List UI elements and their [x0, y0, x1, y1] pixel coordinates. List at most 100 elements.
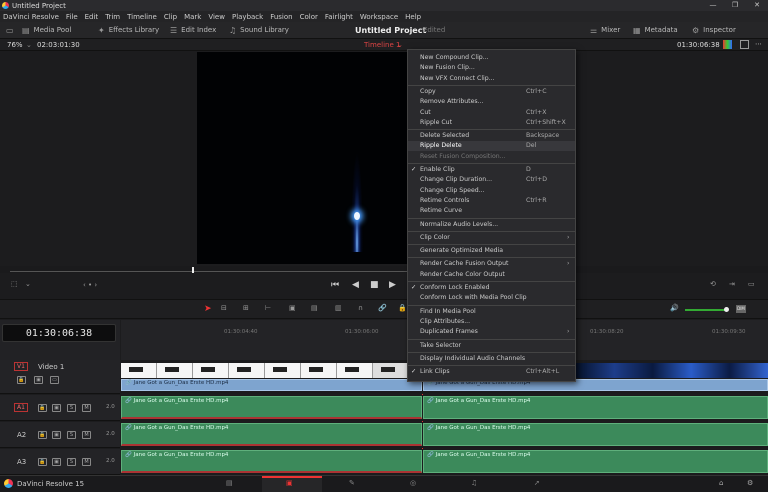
menu-item-new-fusion-clip[interactable]: New Fusion Clip...	[408, 63, 575, 73]
audio-clip[interactable]: 🔗 Jane Got a Gun_Das Erste HD.mp4	[423, 423, 768, 446]
panel-toggle[interactable]: ▭	[6, 22, 14, 39]
audio-clip[interactable]: 🔗 Jane Got a Gun_Das Erste HD.mp4	[423, 450, 768, 473]
close-icon[interactable]: ✕	[746, 0, 768, 11]
insert-clip-icon[interactable]: ▣	[289, 304, 296, 312]
menu-item-cut[interactable]: Cut Ctrl+X	[408, 108, 575, 118]
lock-icon[interactable]: 🔒	[38, 404, 47, 412]
position-lock-icon[interactable]: 🔒	[398, 304, 407, 312]
menu-item-ripple-cut[interactable]: Ripple Cut Ctrl+Shift+X	[408, 118, 575, 128]
menu-item-conform-lock-with-media-pool-clip[interactable]: Conform Lock with Media Pool Clip	[408, 293, 575, 303]
menu-item-render-cache-color-output[interactable]: Render Cache Color Output	[408, 270, 575, 280]
timeline-dropdown-icon[interactable]: ⌄	[397, 41, 403, 49]
volume-icon[interactable]: 🔊	[670, 304, 679, 312]
menu-timeline[interactable]: Timeline	[127, 13, 157, 21]
menu-item-find-in-media-pool[interactable]: Find In Media Pool	[408, 307, 575, 317]
timeline-name[interactable]: Timeline 1	[364, 41, 400, 49]
inspector-button[interactable]: ⚙ Inspector	[692, 22, 736, 39]
audio-clip[interactable]: 🔗 Jane Got a Gun_Das Erste HD.mp4	[121, 450, 422, 473]
trim-tool-icon[interactable]: ⊟	[221, 304, 227, 312]
lock-icon[interactable]: 🔒	[38, 431, 47, 439]
menu-color[interactable]: Color	[300, 13, 318, 21]
menu-item-change-clip-duration[interactable]: Change Clip Duration... Ctrl+D	[408, 175, 575, 185]
match-frame-icon[interactable]: ⇥	[729, 280, 735, 288]
replace-clip-icon[interactable]: ▥	[335, 304, 342, 312]
auto-select-icon[interactable]: ▣	[34, 376, 43, 384]
snapping-icon[interactable]: ∩	[358, 304, 363, 312]
blade-tool-icon[interactable]: ⊢	[265, 304, 271, 312]
menu-item-clip-attributes[interactable]: Clip Attributes...	[408, 317, 575, 327]
color-page-icon[interactable]: ◎	[410, 479, 416, 487]
mixer-button[interactable]: ⚌ Mixer	[590, 22, 620, 39]
linked-selection-icon[interactable]: 🔗	[378, 304, 387, 312]
mute-button[interactable]: M	[82, 404, 91, 412]
menu-playback[interactable]: Playback	[232, 13, 263, 21]
menu-davinci[interactable]: DaVinci Resolve	[3, 13, 59, 21]
menu-item-retime-controls[interactable]: Retime Controls Ctrl+R	[408, 196, 575, 206]
menu-item-new-vfx-connect-clip[interactable]: New VFX Connect Clip...	[408, 74, 575, 84]
menu-view[interactable]: View	[208, 13, 225, 21]
mute-button[interactable]: M	[82, 458, 91, 466]
menu-item-duplicated-frames[interactable]: Duplicated Frames ›	[408, 327, 575, 337]
auto-select-icon[interactable]: ▣	[52, 404, 61, 412]
more-options-icon[interactable]: ⋯	[755, 40, 762, 48]
menu-item-display-individual-audio-channels[interactable]: Display Individual Audio Channels	[408, 354, 575, 364]
gear-icon[interactable]: ⚙	[747, 479, 753, 487]
auto-select-icon[interactable]: ▣	[52, 431, 61, 439]
menu-workspace[interactable]: Workspace	[360, 13, 398, 21]
menu-clip[interactable]: Clip	[164, 13, 177, 21]
audio-clip[interactable]: 🔗 Jane Got a Gun_Das Erste HD.mp4	[121, 396, 422, 419]
maximize-icon[interactable]: ❐	[724, 0, 746, 11]
menu-file[interactable]: File	[66, 13, 78, 21]
menu-item-remove-attributes[interactable]: Remove Attributes...	[408, 97, 575, 107]
sound-library-button[interactable]: ♫ Sound Library	[229, 22, 289, 39]
viewer-scrubber[interactable]	[0, 266, 768, 273]
menu-item-retime-curve[interactable]: Retime Curve	[408, 206, 575, 216]
track-badge-a2[interactable]: A2	[17, 431, 26, 439]
menu-fusion[interactable]: Fusion	[270, 13, 292, 21]
lock-icon[interactable]: 🔒	[17, 376, 26, 384]
color-bars-icon[interactable]	[723, 40, 732, 49]
mute-button[interactable]: M	[82, 431, 91, 439]
jog-control[interactable]: ‹ • ›	[83, 281, 97, 289]
metadata-button[interactable]: ▦ Metadata	[633, 22, 678, 39]
dim-button[interactable]: DIM	[736, 305, 746, 313]
menu-item-render-cache-fusion-output[interactable]: Render Cache Fusion Output ›	[408, 259, 575, 269]
menu-item-copy[interactable]: Copy Ctrl+C	[408, 87, 575, 97]
home-icon[interactable]: ⌂	[719, 479, 723, 487]
viewer-canvas[interactable]	[197, 52, 408, 264]
media-pool-button[interactable]: ▤ Media Pool	[22, 22, 71, 39]
fullscreen-icon[interactable]	[740, 40, 749, 49]
overwrite-clip-icon[interactable]: ▤	[311, 304, 318, 312]
solo-button[interactable]: S	[67, 458, 76, 466]
loop-icon[interactable]: ⟲	[710, 280, 716, 288]
audio-clip[interactable]: 🔗 Jane Got a Gun_Das Erste HD.mp4	[121, 423, 422, 446]
track-badge-a3[interactable]: A3	[17, 458, 26, 466]
chevron-down-icon[interactable]: ⌄	[25, 280, 31, 288]
menu-item-change-clip-speed[interactable]: Change Clip Speed...	[408, 186, 575, 196]
crop-icon[interactable]: ⬚	[11, 280, 18, 288]
play-icon[interactable]: ▶	[389, 280, 396, 290]
edit-index-button[interactable]: ☰ Edit Index	[170, 22, 216, 39]
reverse-play-icon[interactable]: ◀	[352, 280, 359, 290]
menu-item-generate-optimized-media[interactable]: Generate Optimized Media	[408, 246, 575, 256]
track-badge-a1[interactable]: A1	[14, 403, 28, 412]
menu-mark[interactable]: Mark	[184, 13, 201, 21]
chevron-down-icon[interactable]: ⌄	[26, 41, 32, 49]
timeline-timecode[interactable]: 01:30:06:38	[2, 324, 116, 342]
zoom-level[interactable]: 76%	[7, 41, 23, 49]
media-page-icon[interactable]: ▤	[226, 479, 233, 487]
video-clip[interactable]: 🔗 Jane Got a Gun_Das Erste HD.mp4	[121, 379, 422, 391]
solo-button[interactable]: S	[67, 431, 76, 439]
menu-item-delete-selected[interactable]: Delete Selected Backspace	[408, 131, 575, 141]
lock-icon[interactable]: 🔒	[38, 458, 47, 466]
effects-library-button[interactable]: ✦ Effects Library	[98, 22, 159, 39]
dynamic-trim-icon[interactable]: ⊞	[243, 304, 249, 312]
fusion-page-icon[interactable]: ✎	[349, 479, 355, 487]
track-enable-icon[interactable]: ▭	[50, 376, 59, 384]
menu-edit[interactable]: Edit	[85, 13, 99, 21]
go-to-start-icon[interactable]: ⏮	[331, 280, 339, 290]
menu-item-enable-clip[interactable]: ✓ Enable Clip D	[408, 165, 575, 175]
menu-item-conform-lock-enabled[interactable]: ✓ Conform Lock Enabled	[408, 283, 575, 293]
track-name-v1[interactable]: Video 1	[38, 363, 64, 371]
menu-help[interactable]: Help	[405, 13, 421, 21]
